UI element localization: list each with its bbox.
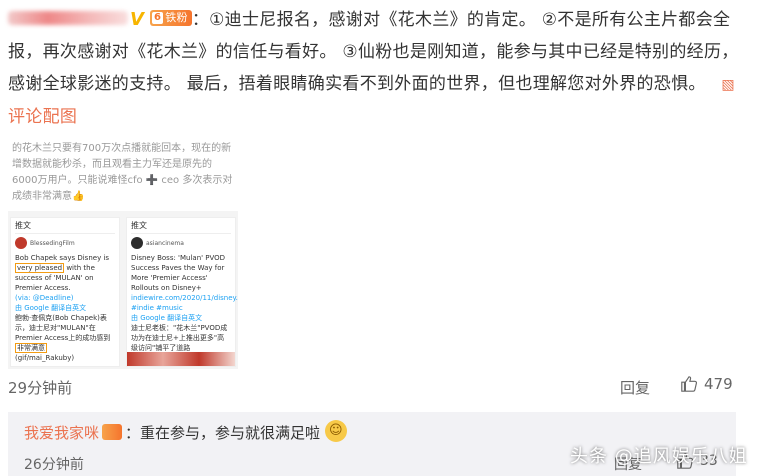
main-comment: V 6 铁粉 ：①迪士尼报名，感谢对《花木兰》的肯定。 ②不是所有公主片都会全报，再… <box>8 4 748 133</box>
comment-timestamp: 29分钟前 <box>8 379 73 397</box>
tweet-via: (via: @Deadline) <box>15 294 74 302</box>
fan-badge[interactable]: 6 铁粉 <box>149 10 192 26</box>
fan-badge-icon <box>102 423 123 440</box>
sub-comment-body: ：重在参与，参与就很满足啦 <box>125 424 321 442</box>
sub-comment-text: 我爱我家咪 ：重在参与，参与就很满足啦 ☺ <box>24 419 347 445</box>
sub-comment-timestamp: 26分钟前 <box>24 457 84 473</box>
tweet-highlight: very pleased <box>15 263 65 273</box>
comment-text-block: V 6 铁粉 ：①迪士尼报名，感谢对《花木兰》的肯定。 ②不是所有公主片都会全报，再… <box>8 4 748 133</box>
tweet-link: indiewire.com/2020/11/disney... #indie #… <box>131 294 238 312</box>
tweet-header: 推文 <box>131 221 231 234</box>
tweet-card-right: 推文 asiancinema Disney Boss: 'Mulan' PVOD… <box>126 217 238 367</box>
tweet-header: 推文 <box>15 221 115 234</box>
thumbs-up-icon <box>681 376 698 392</box>
view-image-label: 评论配图 <box>8 107 78 127</box>
sub-comment-author[interactable]: 我爱我家咪 <box>24 424 99 442</box>
fan-badge-level: 6 <box>151 12 164 24</box>
tweet-cn-highlight: 非常满意 <box>15 343 47 353</box>
tweet-card-left: 推文 BlessedingFilm Bob Chapek says Disney… <box>10 217 120 367</box>
comment-author[interactable] <box>8 10 128 30</box>
image-icon: ▧ <box>721 77 735 93</box>
tweet-cn-pre: 鲍勃·查佩克(Bob Chapek)表示，迪士尼对"MULAN"在Premier… <box>15 314 111 342</box>
tweet-translate-note: 由 Google 翻译自英文 <box>131 314 203 322</box>
watermark: 头条 @追风娱乐八姐 <box>570 446 748 467</box>
tweet-author: BlessedingFilm <box>30 240 75 247</box>
tweet-author: asiancinema <box>146 240 184 247</box>
tweet-cn: 迪士尼老板："花木兰"PVOD成功为在迪士尼+上推出更多"高级访问"铺平了道路 <box>131 324 228 352</box>
tweet-body: Disney Boss: 'Mulan' PVOD Success Paves … <box>131 254 226 292</box>
like-count: 479 <box>704 375 733 393</box>
attached-image-text: 的花木兰只要有700万次点播就能回本，现在的新增数据就能秒杀，而且观看主力军还是… <box>8 139 238 211</box>
tweet-body-pre: Bob Chapek says Disney is <box>15 254 110 262</box>
comment-attached-image[interactable]: 的花木兰只要有700万次点播就能回本，现在的新增数据就能秒杀，而且观看主力军还是… <box>8 139 238 369</box>
tweet-translate-note: 由 Google 翻译自英文 <box>15 304 87 312</box>
tweet-footer: (gif/mai_Rakuby) <box>15 354 75 362</box>
fan-badge-label: 铁粉 <box>165 11 188 24</box>
author-name-blurred <box>8 11 128 25</box>
like-button[interactable]: 479 <box>680 375 733 393</box>
reply-button[interactable]: 回复 <box>620 377 650 398</box>
laughing-emoji-icon: ☺ <box>324 419 347 442</box>
avatar <box>15 237 27 249</box>
avatar <box>131 237 143 249</box>
verified-v-icon: V <box>130 9 145 30</box>
tweet-media-strip <box>127 352 235 366</box>
